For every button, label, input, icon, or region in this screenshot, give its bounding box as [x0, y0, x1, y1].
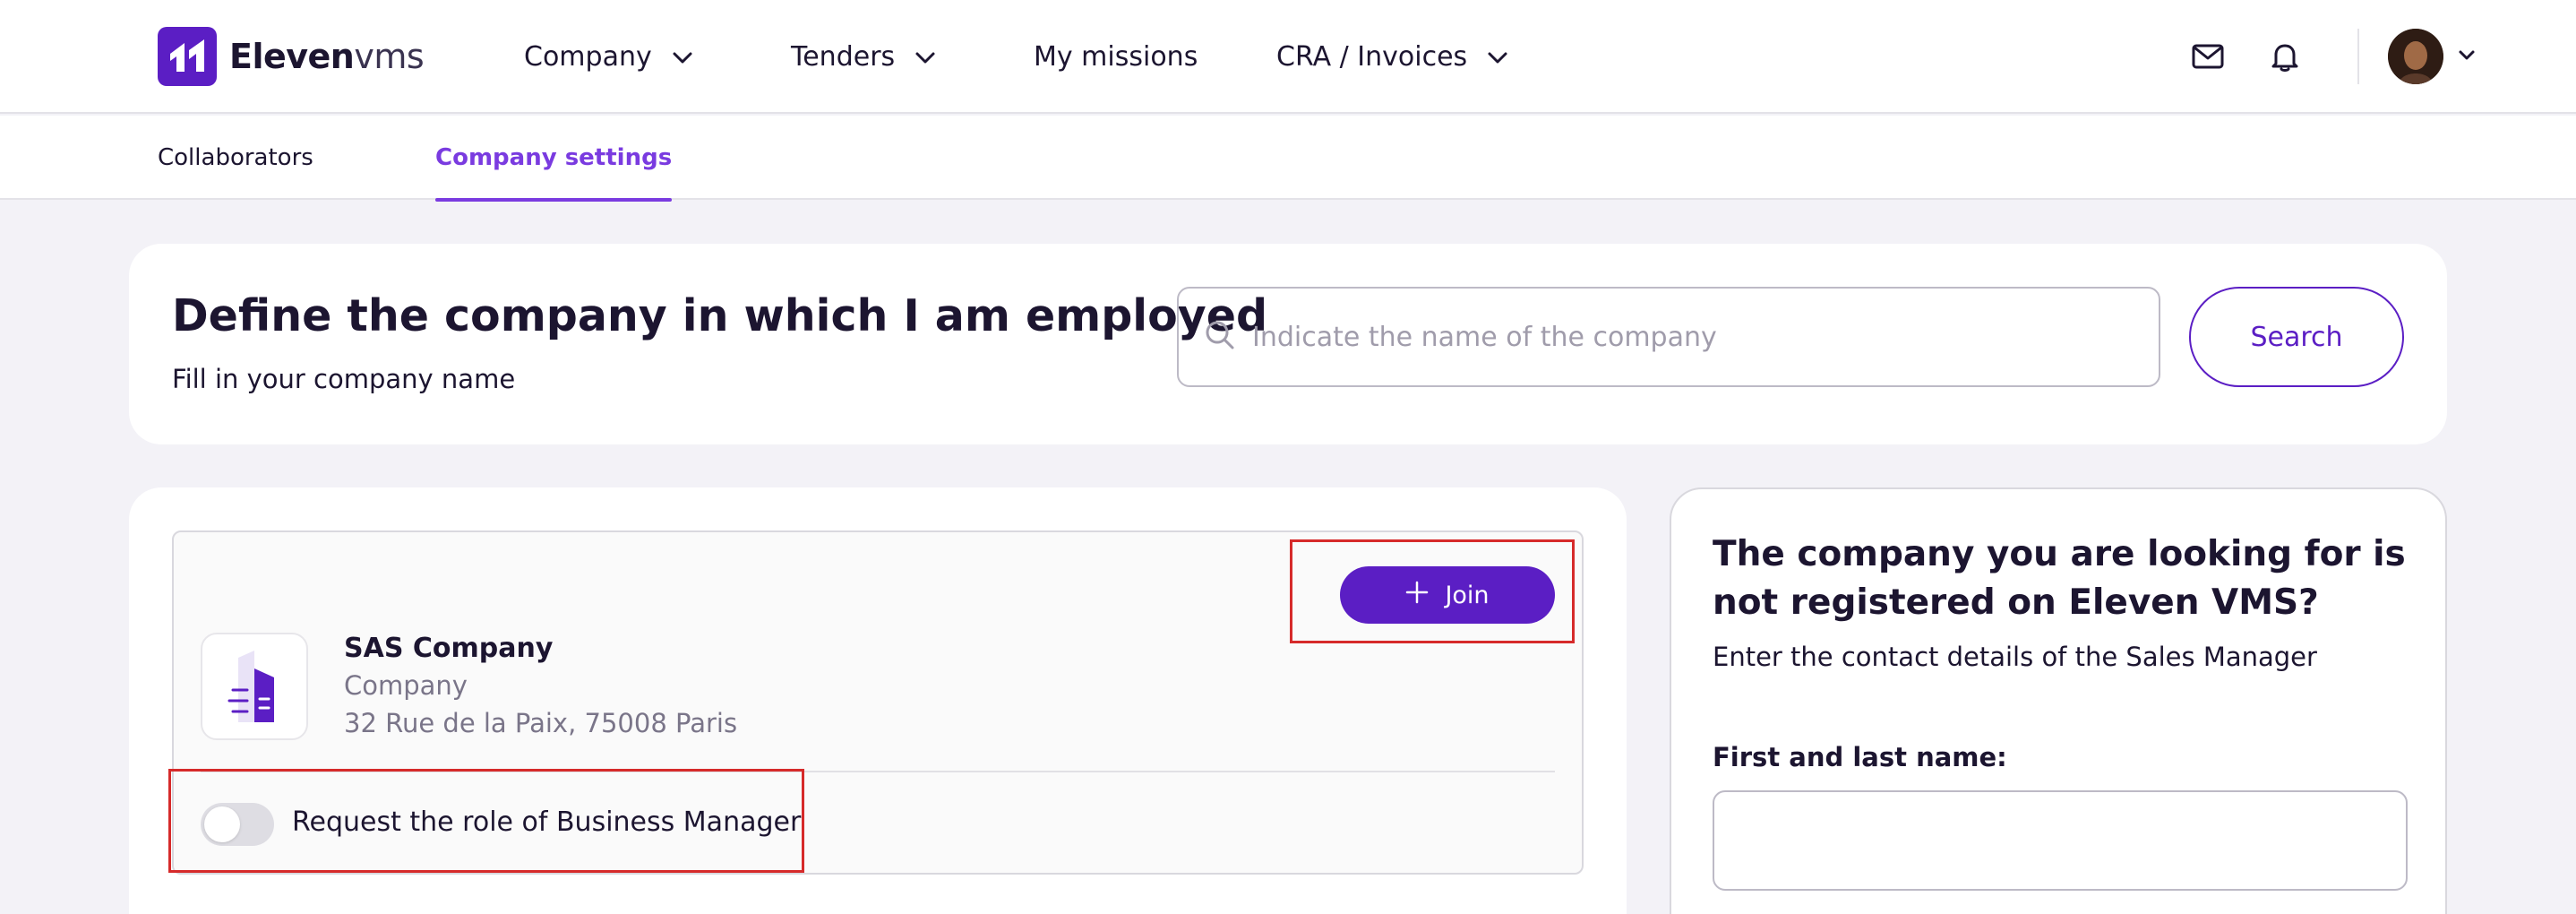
- chevron-down-icon: [672, 41, 693, 73]
- nav-cra-invoices[interactable]: CRA / Invoices: [1276, 0, 1508, 114]
- search-button[interactable]: Search: [2189, 287, 2404, 387]
- join-button-label: Join: [1445, 581, 1490, 609]
- logo-mark-icon: [158, 27, 217, 86]
- chevron-down-icon: [1487, 41, 1508, 73]
- name-field[interactable]: [1713, 790, 2408, 891]
- company-building-icon: [201, 633, 308, 740]
- nav-tenders-label: Tenders: [791, 41, 896, 73]
- company-address: 32 Rue de la Paix, 75008 Paris: [344, 708, 738, 738]
- bell-icon[interactable]: [2268, 39, 2302, 77]
- tab-collaborators-label: Collaborators: [158, 144, 313, 171]
- avatar[interactable]: [2388, 29, 2443, 84]
- toggle-label: Request the role of Business Manager: [292, 806, 802, 838]
- logo-text-bold: Eleven: [229, 37, 355, 76]
- logo-text-light: vms: [354, 37, 425, 76]
- tab-company-settings-label: Company settings: [435, 144, 673, 171]
- company-result-item: Join SAS Company Company 32 Rue de la Pa…: [168, 530, 1584, 875]
- company-type: Company: [344, 670, 468, 701]
- search-field[interactable]: [1177, 287, 2160, 387]
- nav-my-missions[interactable]: My missions: [1034, 0, 1198, 114]
- nav-cra-invoices-label: CRA / Invoices: [1276, 41, 1468, 73]
- nav-tenders[interactable]: Tenders: [791, 0, 936, 114]
- eleven-vms-logo[interactable]: Elevenvms: [158, 27, 425, 86]
- nav-company[interactable]: Company: [524, 0, 693, 114]
- tab-company-settings[interactable]: Company settings: [435, 116, 673, 202]
- mail-icon[interactable]: [2191, 39, 2225, 77]
- header-divider: [2357, 29, 2359, 84]
- join-button[interactable]: Join: [1340, 566, 1555, 624]
- nav-company-label: Company: [524, 41, 652, 73]
- chevron-down-icon: [914, 41, 936, 73]
- chevron-down-icon[interactable]: [2458, 48, 2476, 65]
- business-manager-toggle[interactable]: [201, 803, 274, 846]
- search-icon: [1204, 319, 1236, 355]
- not-registered-subtitle: Enter the contact details of the Sales M…: [1713, 642, 2317, 672]
- page-title: Define the company in which I am employe…: [172, 290, 1268, 341]
- search-input[interactable]: [1252, 321, 2112, 353]
- logo-text: Elevenvms: [229, 37, 425, 76]
- name-field-label: First and last name:: [1713, 742, 2007, 772]
- nav-my-missions-label: My missions: [1034, 41, 1198, 73]
- toggle-knob: [204, 806, 240, 842]
- top-header: Elevenvms Company Tenders My missions CR…: [0, 0, 2576, 114]
- search-results-card: Join SAS Company Company 32 Rue de la Pa…: [129, 487, 1627, 914]
- company-name: SAS Company: [344, 633, 554, 664]
- page-subtitle: Fill in your company name: [172, 364, 516, 394]
- define-company-card: Define the company in which I am employe…: [129, 244, 2447, 444]
- sub-navigation: Collaborators Company settings: [0, 116, 2576, 202]
- search-button-label: Search: [2250, 321, 2343, 353]
- not-registered-card: The company you are looking for is not r…: [1670, 487, 2447, 914]
- tab-collaborators[interactable]: Collaborators: [158, 116, 313, 200]
- not-registered-title: The company you are looking for is not r…: [1713, 534, 2406, 623]
- plus-icon: [1405, 581, 1429, 610]
